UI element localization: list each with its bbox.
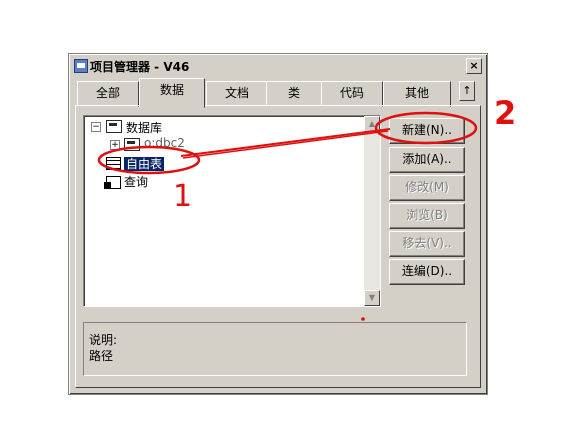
tree-node-databases[interactable]: 数据库 <box>126 119 162 136</box>
title-bar[interactable]: 项目管理器 - V46 × <box>72 57 484 75</box>
build-button[interactable]: 连编(D).. <box>389 259 465 285</box>
tree-node-free-tables[interactable]: 自由表 <box>124 155 165 172</box>
data-tree[interactable]: − 数据库 + o:dbc2 自由表 查询 ▲ ▼ <box>83 115 381 307</box>
tab-classes[interactable]: 类 <box>266 81 322 107</box>
new-button[interactable]: 新建(N).. <box>389 118 465 144</box>
scroll-up-button[interactable]: ▲ <box>364 116 380 132</box>
collapse-icon[interactable]: − <box>91 122 101 132</box>
tree-node-dbc2[interactable]: o:dbc2 <box>144 136 185 150</box>
path-label: 路径 <box>89 349 114 363</box>
close-button[interactable]: × <box>466 58 482 74</box>
modify-button[interactable]: 修改(M) <box>389 175 465 201</box>
expand-icon[interactable]: + <box>110 140 120 150</box>
tab-data[interactable]: 数据 <box>139 78 205 108</box>
annotation-label-2: 2 <box>494 94 516 132</box>
database-icon <box>124 138 140 151</box>
window-title: 项目管理器 - V46 <box>90 60 190 74</box>
tree-scrollbar[interactable]: ▲ ▼ <box>364 116 380 306</box>
tab-scroll-button[interactable]: ↑ <box>459 81 475 101</box>
description-label: 说明: <box>89 333 118 347</box>
database-icon <box>106 120 122 133</box>
description-box: 说明: 路径 <box>83 322 467 376</box>
app-icon <box>74 59 88 73</box>
query-icon <box>104 176 121 189</box>
add-button[interactable]: 添加(A).. <box>389 147 465 173</box>
table-icon <box>106 157 121 170</box>
project-manager-window: 项目管理器 - V46 × 全部 数据 文档 类 代码 其他 ↑ − 数据库 +… <box>68 53 488 395</box>
tab-other[interactable]: 其他 <box>383 81 451 107</box>
tab-documents[interactable]: 文档 <box>206 81 268 107</box>
remove-button[interactable]: 移去(V).. <box>389 231 465 257</box>
tree-node-queries[interactable]: 查询 <box>124 173 148 190</box>
browse-button[interactable]: 浏览(B) <box>389 203 465 229</box>
scroll-down-button[interactable]: ▼ <box>364 290 380 306</box>
tab-code[interactable]: 代码 <box>321 81 383 107</box>
tab-all[interactable]: 全部 <box>77 81 139 107</box>
